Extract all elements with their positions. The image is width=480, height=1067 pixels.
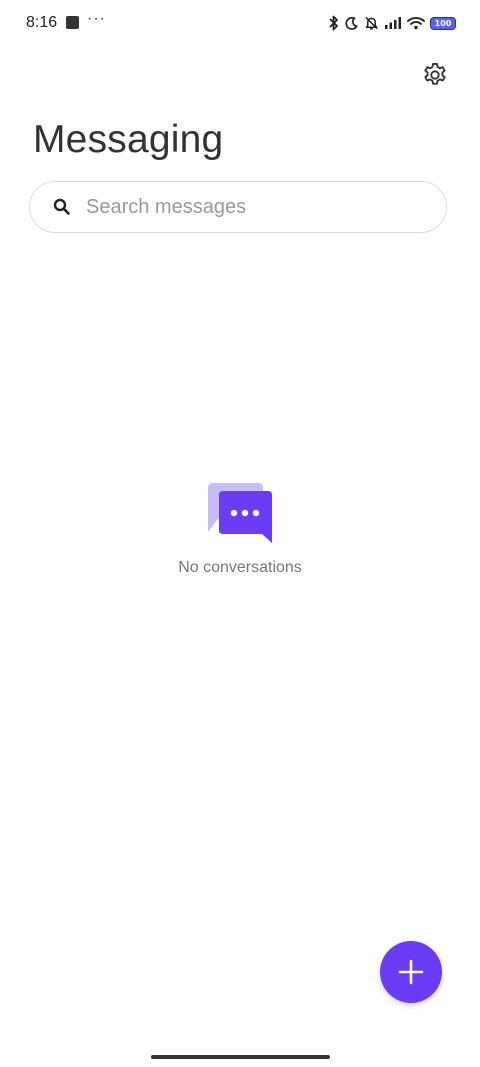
empty-state: No conversations [0, 480, 480, 577]
bluetooth-icon [329, 15, 338, 31]
search-icon [52, 197, 72, 217]
battery-icon: 100 [430, 16, 456, 30]
plus-icon [398, 959, 424, 985]
moon-icon [345, 16, 359, 30]
new-conversation-button[interactable] [380, 941, 442, 1003]
bell-off-icon [365, 16, 378, 30]
gear-icon [424, 62, 446, 85]
status-time: 8:16 [26, 14, 58, 31]
notification-icon [66, 16, 79, 29]
more-notifications-icon: ··· [87, 10, 106, 27]
status-bar: 8:16 ··· 100 [0, 0, 480, 46]
status-icons: 100 [329, 13, 456, 33]
signal-icon [385, 17, 401, 29]
chat-bubbles-icon [204, 480, 276, 551]
page-title: Messaging [33, 118, 224, 161]
settings-button[interactable] [418, 58, 452, 92]
search-input[interactable] [84, 194, 418, 220]
search-bar[interactable] [29, 181, 447, 233]
wifi-icon [407, 17, 425, 30]
home-indicator[interactable] [151, 1055, 330, 1059]
empty-state-text: No conversations [178, 559, 302, 576]
